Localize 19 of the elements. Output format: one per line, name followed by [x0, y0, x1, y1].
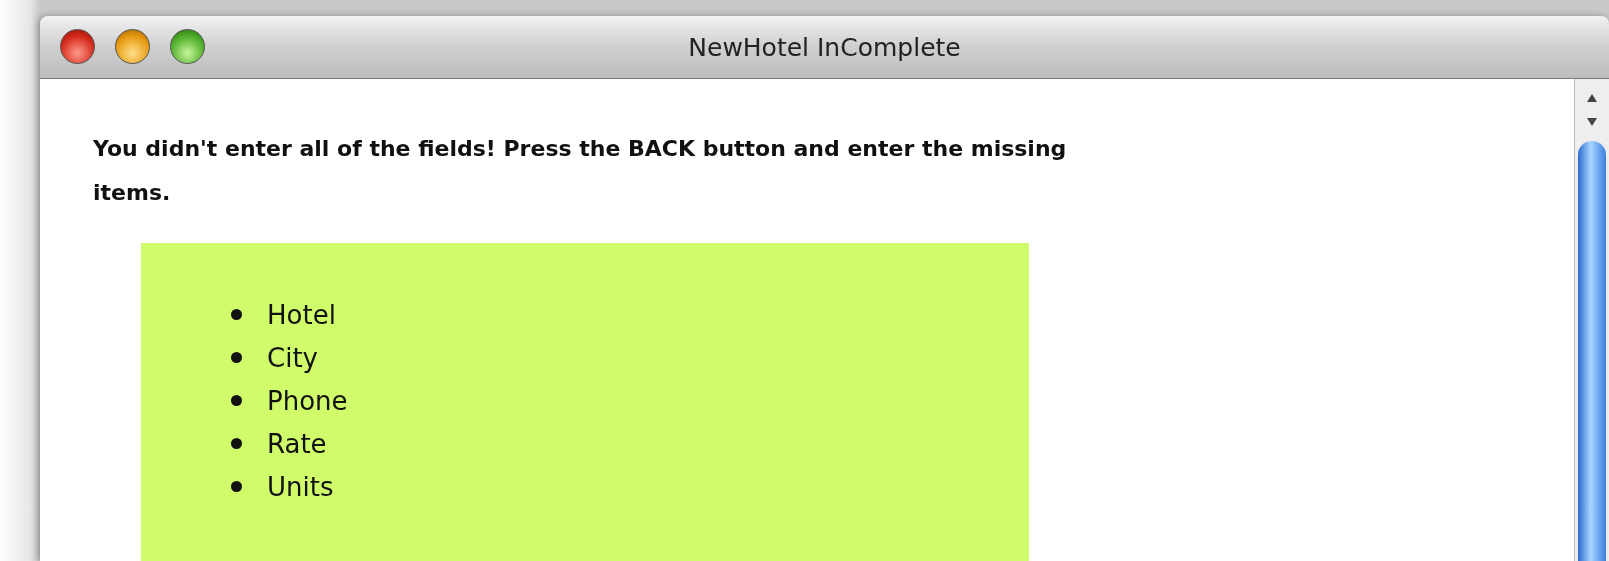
- scroll-thumb[interactable]: [1578, 141, 1606, 561]
- minimize-button[interactable]: [115, 29, 150, 64]
- bullet-icon: [231, 352, 242, 363]
- missing-item: Phone: [267, 385, 348, 416]
- error-message: You didn't enter all of the fields! Press the BACK button and enter the missing items.: [93, 135, 1068, 207]
- missing-item: Units: [267, 471, 334, 502]
- missing-item: Hotel: [267, 299, 336, 330]
- scroll-down-icon[interactable]: [1586, 117, 1598, 127]
- bullet-icon: [231, 481, 242, 492]
- zoom-button[interactable]: [170, 29, 205, 64]
- bullet-icon: [231, 438, 242, 449]
- bullet-icon: [231, 309, 242, 320]
- missing-item: Rate: [267, 428, 327, 459]
- window-title: NewHotel InComplete: [688, 32, 961, 62]
- close-button[interactable]: [60, 29, 95, 64]
- missing-item: City: [267, 342, 318, 373]
- scrollbar[interactable]: [1574, 79, 1609, 561]
- bullet-icon: [231, 395, 242, 406]
- scroll-up-icon[interactable]: [1586, 93, 1598, 103]
